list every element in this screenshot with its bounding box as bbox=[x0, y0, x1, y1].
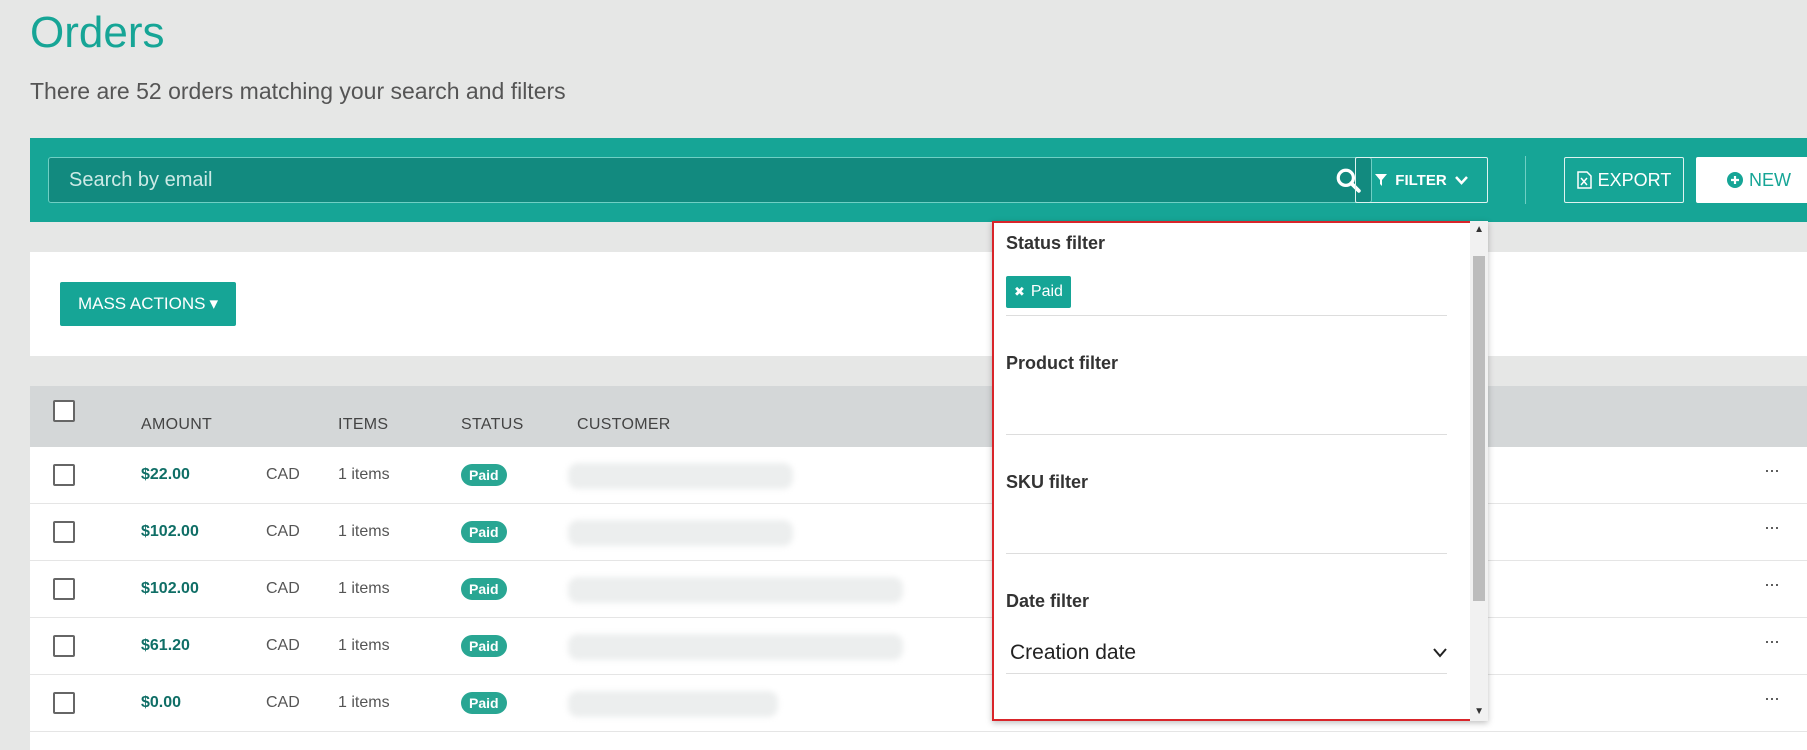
status-chip-label: Paid bbox=[1030, 283, 1063, 300]
chevron-down-icon bbox=[1454, 175, 1468, 185]
row-items: 1 items bbox=[338, 466, 390, 483]
status-badge: Paid bbox=[461, 635, 507, 657]
scroll-thumb[interactable] bbox=[1473, 256, 1485, 601]
export-button-label: EXPORT bbox=[1597, 169, 1672, 190]
row-more-icon[interactable]: ··· bbox=[1764, 631, 1780, 652]
table-header: AMOUNT ITEMS STATUS CUSTOMER bbox=[30, 386, 1807, 447]
toolbar: FILTER EXPORT NEW bbox=[30, 138, 1807, 222]
filter-dropdown: Status filter ✖ Paid Product filter SKU … bbox=[992, 221, 1488, 721]
row-checkbox[interactable] bbox=[53, 521, 75, 543]
status-chip-paid[interactable]: ✖ Paid bbox=[1006, 276, 1071, 308]
row-more-icon[interactable]: ··· bbox=[1764, 460, 1780, 481]
new-button[interactable]: NEW bbox=[1696, 157, 1807, 203]
row-amount[interactable]: $102.00 bbox=[141, 580, 199, 598]
table-row[interactable]: $102.00 CAD 1 items Paid ··· bbox=[30, 504, 1807, 561]
column-amount[interactable]: AMOUNT bbox=[141, 416, 212, 434]
funnel-icon bbox=[1375, 174, 1388, 186]
filter-button[interactable]: FILTER bbox=[1355, 157, 1488, 203]
plus-circle-icon bbox=[1727, 172, 1743, 188]
toolbar-divider bbox=[1525, 156, 1526, 204]
new-button-label: NEW bbox=[1749, 169, 1791, 190]
row-checkbox[interactable] bbox=[53, 692, 75, 714]
row-items: 1 items bbox=[338, 523, 390, 540]
search-input[interactable] bbox=[49, 158, 1319, 202]
customer-email-blurred[interactable] bbox=[568, 691, 778, 717]
date-filter-select[interactable]: Creation date bbox=[1006, 633, 1447, 673]
status-filter-label: Status filter bbox=[1006, 233, 1106, 253]
status-badge: Paid bbox=[461, 692, 507, 714]
mass-actions-button[interactable]: MASS ACTIONS ▾ bbox=[60, 282, 236, 326]
actions-card: MASS ACTIONS ▾ bbox=[30, 252, 1807, 356]
export-button[interactable]: EXPORT bbox=[1564, 157, 1684, 203]
date-filter-underline bbox=[1006, 673, 1447, 674]
customer-email-blurred[interactable] bbox=[568, 634, 903, 660]
row-more-icon[interactable]: ··· bbox=[1764, 574, 1780, 595]
row-items: 1 items bbox=[338, 580, 390, 597]
chevron-down-icon bbox=[1433, 648, 1447, 658]
row-amount[interactable]: $102.00 bbox=[141, 523, 199, 541]
customer-email-blurred[interactable] bbox=[568, 463, 793, 489]
product-filter-label: Product filter bbox=[1006, 353, 1119, 373]
table-row[interactable]: $61.20 CAD 1 items Paid ··· bbox=[30, 618, 1807, 675]
page-title: Orders bbox=[30, 8, 165, 57]
column-items[interactable]: ITEMS bbox=[338, 416, 388, 434]
date-filter-label: Date filter bbox=[1006, 591, 1090, 611]
customer-email-blurred[interactable] bbox=[568, 520, 793, 546]
scroll-up-arrow-icon[interactable]: ▲ bbox=[1474, 224, 1484, 235]
row-currency: CAD bbox=[266, 637, 300, 654]
customer-email-blurred[interactable] bbox=[568, 577, 903, 603]
table-row[interactable]: $102.00 CAD 1 items Paid ··· bbox=[30, 561, 1807, 618]
search-box bbox=[48, 157, 1372, 203]
status-filter-underline bbox=[1006, 315, 1447, 316]
excel-file-icon bbox=[1576, 171, 1592, 189]
row-checkbox[interactable] bbox=[53, 635, 75, 657]
row-more-icon[interactable]: ··· bbox=[1764, 517, 1780, 538]
row-currency: CAD bbox=[266, 580, 300, 597]
row-checkbox[interactable] bbox=[53, 464, 75, 486]
row-items: 1 items bbox=[338, 637, 390, 654]
row-amount[interactable]: $0.00 bbox=[141, 694, 181, 712]
column-customer[interactable]: CUSTOMER bbox=[577, 416, 671, 434]
status-badge: Paid bbox=[461, 578, 507, 600]
row-items: 1 items bbox=[338, 694, 390, 711]
date-filter-value: Creation date bbox=[1010, 641, 1137, 664]
caret-down-icon: ▾ bbox=[209, 294, 219, 313]
row-checkbox[interactable] bbox=[53, 578, 75, 600]
page-subtitle: There are 52 orders matching your search… bbox=[30, 78, 566, 104]
table-row[interactable]: $0.00 CAD 1 items Paid ··· bbox=[30, 675, 1807, 732]
row-currency: CAD bbox=[266, 466, 300, 483]
product-filter-input[interactable] bbox=[1006, 434, 1447, 435]
remove-icon[interactable]: ✖ bbox=[1014, 284, 1025, 300]
row-amount[interactable]: $61.20 bbox=[141, 637, 190, 655]
row-currency: CAD bbox=[266, 523, 300, 540]
row-currency: CAD bbox=[266, 694, 300, 711]
status-badge: Paid bbox=[461, 521, 507, 543]
row-amount[interactable]: $22.00 bbox=[141, 466, 190, 484]
status-badge: Paid bbox=[461, 464, 507, 486]
filter-button-label: FILTER bbox=[1395, 171, 1447, 189]
table-row[interactable]: $22.00 CAD 1 items Paid ··· bbox=[30, 447, 1807, 504]
scroll-down-arrow-icon[interactable]: ▼ bbox=[1474, 706, 1484, 717]
mass-actions-label: MASS ACTIONS bbox=[77, 294, 206, 313]
orders-table: AMOUNT ITEMS STATUS CUSTOMER $22.00 CAD 1 … bbox=[30, 386, 1807, 750]
select-all-checkbox[interactable] bbox=[53, 400, 75, 422]
sku-filter-label: SKU filter bbox=[1006, 472, 1089, 492]
sku-filter-input[interactable] bbox=[1006, 553, 1447, 554]
filter-scrollbar[interactable]: ▲ ▼ bbox=[1470, 221, 1488, 721]
row-more-icon[interactable]: ··· bbox=[1764, 688, 1780, 709]
column-status[interactable]: STATUS bbox=[461, 416, 524, 434]
